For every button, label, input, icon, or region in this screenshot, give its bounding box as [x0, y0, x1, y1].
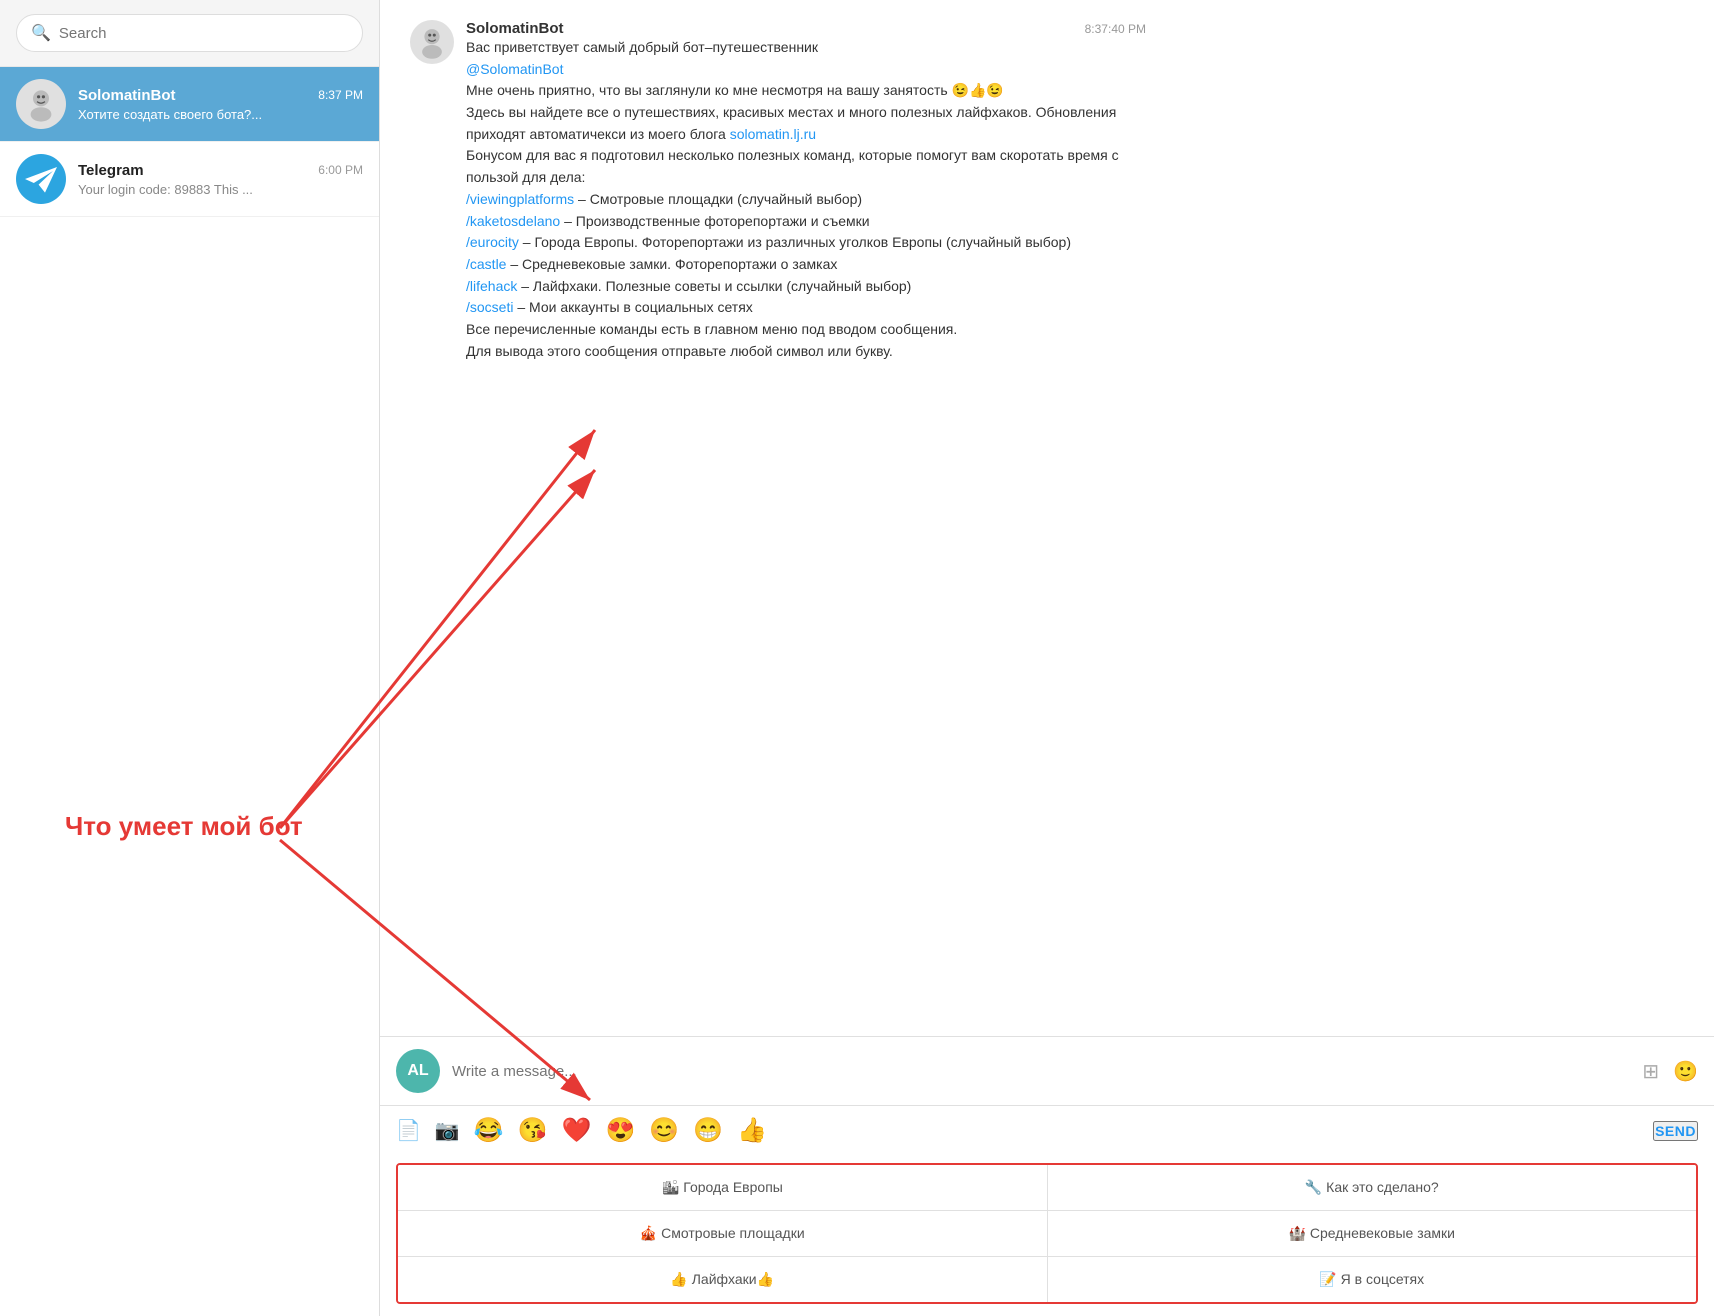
emoji-heart[interactable]: ❤️	[562, 1116, 592, 1145]
keyboard-icon[interactable]: ⊞	[1642, 1059, 1659, 1084]
emoji-kiss[interactable]: 😘	[518, 1116, 548, 1145]
keyboard-btn-kaketosdelano[interactable]: 🔧 Как это сделано?	[1048, 1165, 1697, 1210]
keyboard-btn-socseti[interactable]: 📝 Я в соцсетях	[1048, 1257, 1697, 1302]
search-icon: 🔍	[31, 23, 51, 43]
keyboard-btn-lifehack[interactable]: 👍 Лайфхаки👍	[398, 1257, 1048, 1302]
messages-area: SolomatinBot 8:37:40 PM Вас приветствует…	[380, 0, 1714, 1036]
emoji-grin[interactable]: 😁	[693, 1116, 723, 1145]
keyboard-btn-eurocity[interactable]: 🏙 Города Европы	[398, 1165, 1048, 1210]
chat-time-telegram: 6:00 PM	[318, 163, 363, 177]
chat-name-telegram: Telegram	[78, 162, 144, 179]
chat-item-solomatinbot[interactable]: SolomatinBot 8:37 PM Хотите создать свое…	[0, 67, 379, 142]
send-button[interactable]: SEND	[1653, 1121, 1698, 1141]
chat-preview-telegram: Your login code: 89883 This ...	[78, 182, 363, 197]
link-kaketosdelano[interactable]: /kaketosdelano	[466, 213, 560, 229]
emoji-laugh[interactable]: 😂	[474, 1116, 504, 1145]
message-text: Вас приветствует самый добрый бот–путеше…	[466, 37, 1146, 362]
link-castle[interactable]: /castle	[466, 256, 506, 272]
search-bar: 🔍	[0, 0, 379, 67]
link-solomatin[interactable]: solomatin.lj.ru	[730, 126, 816, 142]
bot-keyboard: 🏙 Города Европы 🔧 Как это сделано? 🎪 Смо…	[396, 1163, 1698, 1304]
user-avatar: AL	[396, 1049, 440, 1093]
keyboard-btn-viewingplatforms[interactable]: 🎪 Смотровые площадки	[398, 1211, 1048, 1256]
attach-file-icon[interactable]: 📄	[396, 1118, 421, 1143]
chat-info-solomatinbot: SolomatinBot 8:37 PM Хотите создать свое…	[78, 87, 363, 122]
input-icons: ⊞ 🙂	[1642, 1059, 1698, 1084]
link-lifehack[interactable]: /lifehack	[466, 278, 517, 294]
search-input-wrap[interactable]: 🔍	[16, 14, 363, 52]
link-solomatinbot[interactable]: @SolomatinBot	[466, 61, 563, 77]
chat-list: SolomatinBot 8:37 PM Хотите создать свое…	[0, 67, 379, 1316]
message-time: 8:37:40 PM	[1085, 22, 1146, 36]
avatar-solomatinbot	[16, 79, 66, 129]
chat-preview-solomatinbot: Хотите создать своего бота?...	[78, 107, 363, 122]
message-bubble-bot: SolomatinBot 8:37:40 PM Вас приветствует…	[466, 20, 1146, 362]
bot-avatar-chat	[410, 20, 454, 64]
link-socseti[interactable]: /socseti	[466, 299, 513, 315]
toolbar-row: 📄 📷 😂 😘 ❤️ 😍 😊 😁 👍 SEND	[380, 1106, 1714, 1155]
chat-name-solomatinbot: SolomatinBot	[78, 87, 176, 104]
sidebar: 🔍 SolomatinBot	[0, 0, 380, 1316]
input-area: AL ⊞ 🙂 📄 📷 😂 😘 ❤️ 😍 😊 😁 👍 SEND	[380, 1036, 1714, 1316]
message-row-bot: SolomatinBot 8:37:40 PM Вас приветствует…	[410, 20, 1684, 362]
chat-item-telegram[interactable]: Telegram 6:00 PM Your login code: 89883 …	[0, 142, 379, 217]
emoji-love[interactable]: 😍	[605, 1116, 635, 1145]
keyboard-row-3: 👍 Лайфхаки👍 📝 Я в соцсетях	[398, 1257, 1696, 1302]
avatar-telegram	[16, 154, 66, 204]
message-sender-name: SolomatinBot	[466, 20, 564, 37]
keyboard-btn-castle[interactable]: 🏰 Средневековые замки	[1048, 1211, 1697, 1256]
emoji-icon[interactable]: 🙂	[1673, 1059, 1698, 1084]
emoji-smile[interactable]: 😊	[649, 1116, 679, 1145]
input-row: AL ⊞ 🙂	[380, 1037, 1714, 1106]
camera-icon[interactable]: 📷	[435, 1118, 460, 1143]
keyboard-row-2: 🎪 Смотровые площадки 🏰 Средневековые зам…	[398, 1211, 1696, 1257]
search-input[interactable]	[59, 25, 348, 42]
link-viewingplatforms[interactable]: /viewingplatforms	[466, 191, 574, 207]
chat-info-telegram: Telegram 6:00 PM Your login code: 89883 …	[78, 162, 363, 197]
message-input[interactable]	[452, 1063, 1630, 1080]
chat-time-solomatinbot: 8:37 PM	[318, 88, 363, 102]
emoji-thumbsup[interactable]: 👍	[737, 1116, 767, 1145]
link-eurocity[interactable]: /eurocity	[466, 234, 519, 250]
chat-panel: SolomatinBot 8:37:40 PM Вас приветствует…	[380, 0, 1714, 1316]
keyboard-row-1: 🏙 Города Европы 🔧 Как это сделано?	[398, 1165, 1696, 1211]
